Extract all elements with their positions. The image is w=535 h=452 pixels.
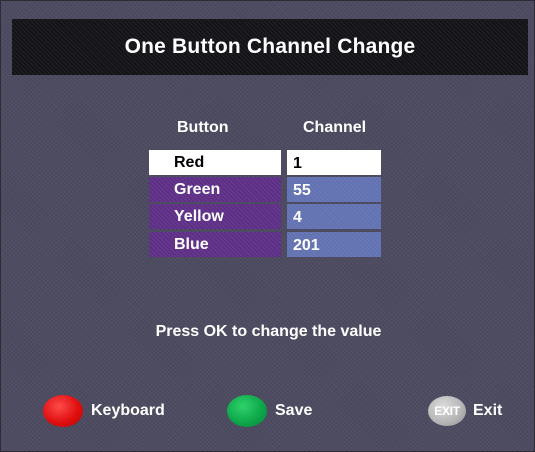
channel-cell-red[interactable]: 1 — [287, 150, 381, 175]
button-cell-yellow[interactable]: Yellow — [149, 204, 281, 229]
channel-cell-blue[interactable]: 201 — [287, 232, 381, 257]
button-cell-green[interactable]: Green — [149, 177, 281, 202]
exit-label: Exit — [473, 402, 503, 419]
exit-button[interactable]: EXIT Exit — [428, 395, 502, 427]
keyboard-label: Keyboard — [91, 402, 165, 419]
button-cell-blue[interactable]: Blue — [149, 232, 281, 257]
table-row-blue[interactable]: Blue 201 — [149, 232, 381, 259]
page-title: One Button Channel Change — [124, 35, 416, 58]
column-header-channel: Channel — [303, 119, 367, 136]
red-button-icon — [43, 395, 83, 427]
exit-button-icon: EXIT — [428, 396, 466, 426]
instruction-text: Press OK to change the value — [155, 323, 382, 340]
button-cell-red[interactable]: Red — [149, 150, 281, 175]
save-button[interactable]: Save — [227, 395, 312, 427]
green-button-icon — [227, 395, 267, 427]
channel-cell-green[interactable]: 55 — [287, 177, 381, 202]
table-row-yellow[interactable]: Yellow 4 — [149, 204, 381, 231]
column-header-button: Button — [177, 119, 229, 136]
table-row-green[interactable]: Green 55 — [149, 177, 381, 204]
title-bar: One Button Channel Change — [12, 19, 528, 75]
keyboard-button[interactable]: Keyboard — [43, 395, 165, 427]
channel-cell-yellow[interactable]: 4 — [287, 204, 381, 229]
save-label: Save — [275, 402, 313, 419]
table-row-red[interactable]: Red 1 — [149, 150, 381, 177]
channel-change-screen: One Button Channel Change Button Channel… — [0, 0, 535, 452]
